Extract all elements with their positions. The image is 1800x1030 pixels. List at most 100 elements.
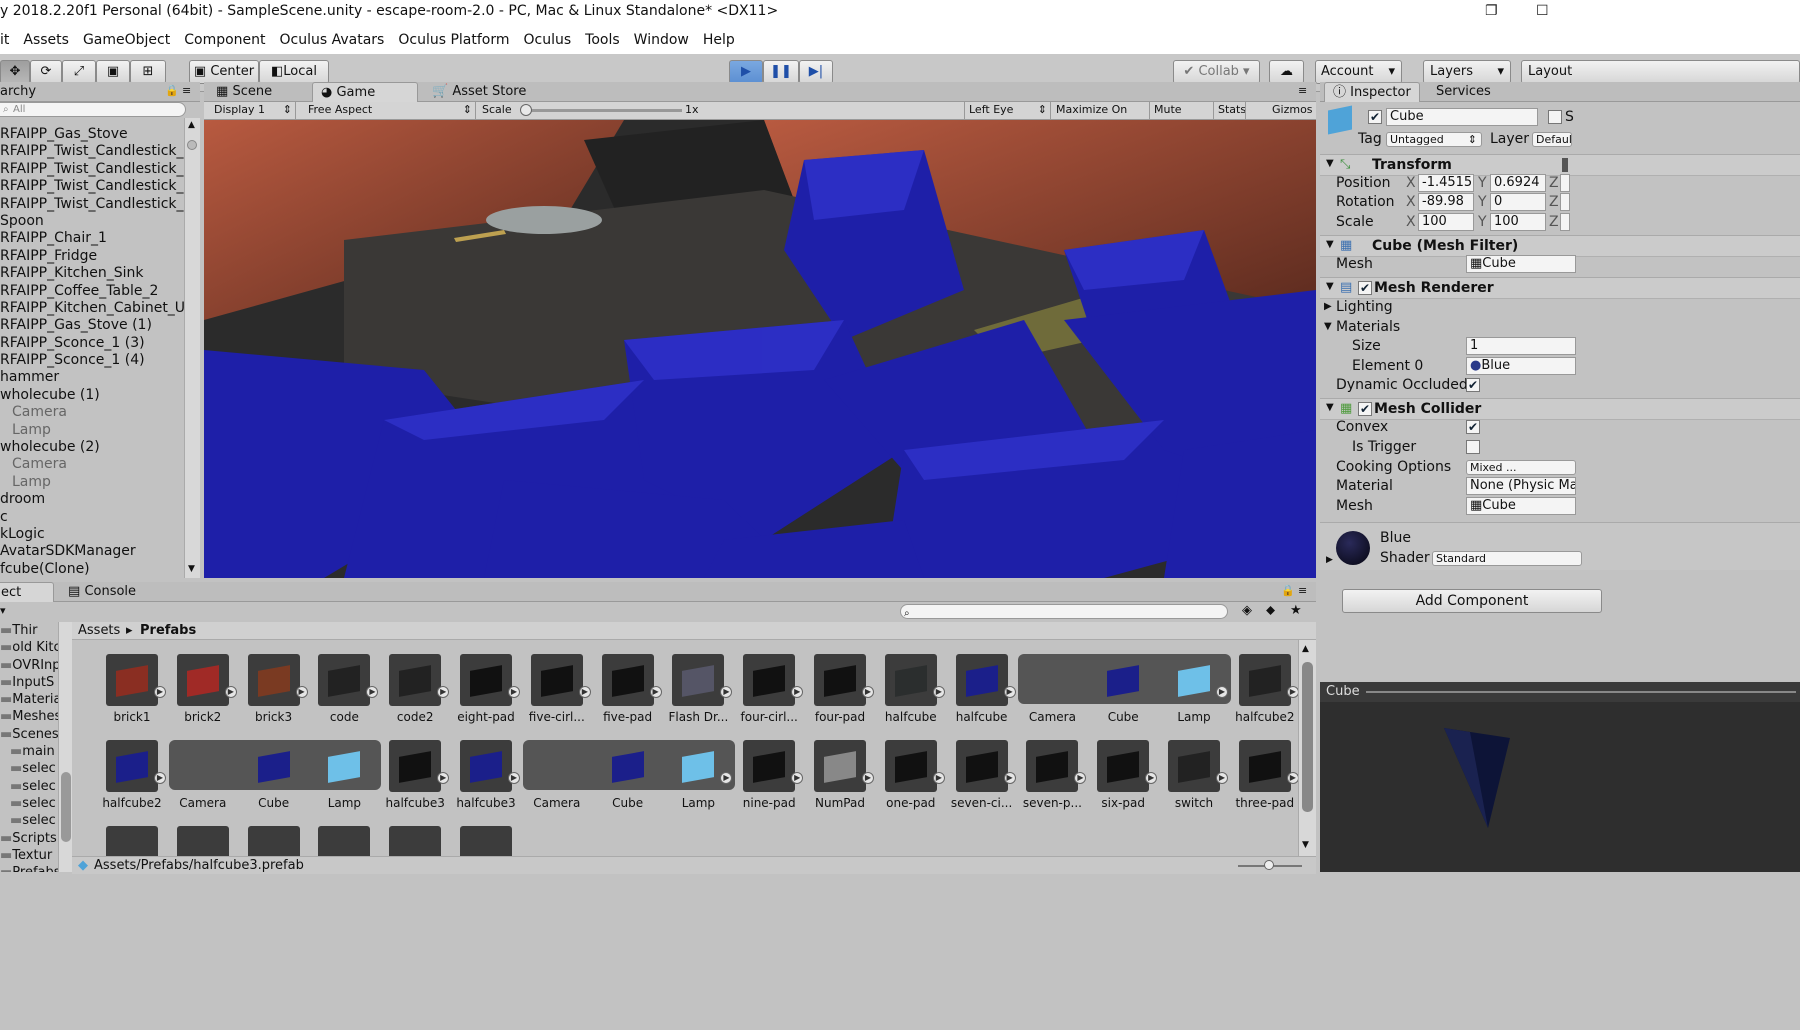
hierarchy-item[interactable]: RFAIPP_Kitchen_Sink [0, 265, 184, 282]
scale-x-field[interactable]: 100 [1418, 213, 1474, 231]
asset-item[interactable]: one-pad [867, 740, 939, 830]
component-settings-icon[interactable] [1562, 158, 1568, 172]
asset-item[interactable]: NumPad [796, 740, 868, 830]
foldout-collapsed-icon[interactable]: ▶ [1324, 298, 1332, 316]
hierarchy-search-input[interactable]: ⌕ All [0, 102, 186, 117]
hierarchy-item[interactable]: RFAIPP_Chair_1 [0, 230, 184, 247]
menu-component[interactable]: Component [177, 26, 272, 54]
materials-foldout[interactable]: Materials [1336, 318, 1400, 336]
filter-by-type-icon[interactable]: ◈ [1242, 603, 1252, 618]
menu-gameobject[interactable]: GameObject [76, 26, 177, 54]
stats-toggle[interactable]: Stats [1213, 102, 1246, 119]
asset-item[interactable]: Lamp [654, 740, 726, 830]
menu-edit[interactable]: it [0, 26, 16, 54]
cooking-options-dropdown[interactable]: Mixed ... [1466, 460, 1576, 475]
object-name-field[interactable]: Cube [1386, 108, 1538, 126]
asset-item[interactable]: Lamp [1150, 654, 1222, 744]
breadcrumb-prefabs[interactable]: Prefabs [140, 622, 196, 640]
display-dropdown[interactable]: Display 1 ⇕ [204, 102, 296, 119]
asset-item[interactable]: Camera [1008, 654, 1080, 744]
hierarchy-item[interactable]: RFAIPP_Twist_Candlestick_2 (8 [0, 178, 184, 195]
asset-item[interactable]: brick2 [159, 654, 231, 744]
hierarchy-item[interactable]: RFAIPP_Sconce_1 (4) [0, 352, 184, 369]
asset-item[interactable]: eight-pad [442, 654, 515, 744]
folder-item[interactable]: ▬selec [0, 812, 58, 829]
position-y-field[interactable]: 0.6924 [1490, 174, 1546, 192]
rotate-tool-icon[interactable]: ⟳ [30, 60, 62, 84]
foldout-expanded-icon[interactable]: ▼ [1324, 318, 1332, 336]
expand-prefab-arrow-icon[interactable]: ▶ [1286, 772, 1298, 784]
position-x-field[interactable]: -1.4515 [1418, 174, 1474, 192]
active-checkbox[interactable]: ✔ [1368, 110, 1382, 124]
asset-item[interactable]: code2 [371, 654, 443, 744]
project-search-input[interactable]: ⌕ [900, 604, 1228, 619]
folder-item[interactable]: ▬Prefabs [0, 864, 58, 872]
hierarchy-item[interactable]: RFAIPP_Coffee_Table_2 [0, 283, 184, 300]
hierarchy-item[interactable]: RFAIPP_Kitchen_Cabinet_Up (1 [0, 300, 184, 317]
asset-item[interactable]: Camera [513, 740, 585, 830]
asset-grid-scrollbar[interactable]: ▲ ▼ [1298, 640, 1316, 856]
asset-item[interactable]: halfcube2 [1221, 654, 1294, 744]
asset-item[interactable]: Cube [584, 740, 656, 830]
favorites-star-icon[interactable]: ★ [1290, 603, 1302, 618]
asset-item[interactable]: halfcube [938, 654, 1010, 744]
filter-by-label-icon[interactable]: ⬥ [1266, 603, 1275, 618]
hierarchy-item[interactable]: fcube(Clone) [0, 561, 184, 578]
lighting-foldout[interactable]: Lighting [1336, 298, 1393, 316]
scale-tool-icon[interactable]: ⤢ [62, 60, 96, 84]
layout-dropdown[interactable]: Layout [1521, 60, 1800, 84]
asset-item[interactable]: halfcube [867, 654, 939, 744]
asset-item[interactable]: halfcube2 [88, 740, 162, 830]
hierarchy-item[interactable]: droom [0, 491, 184, 508]
folder-item[interactable]: ▬OVRInpu [0, 657, 58, 674]
collider-material-field[interactable]: None (Physic Ma [1466, 477, 1576, 495]
menu-help[interactable]: Help [696, 26, 742, 54]
scale-z-field[interactable] [1560, 213, 1570, 231]
materials-size-field[interactable]: 1 [1466, 337, 1576, 355]
asset-item[interactable]: four-pad [796, 654, 868, 744]
folder-item[interactable]: ▬main [0, 743, 58, 760]
foldout-expanded-icon[interactable]: ▼ [1326, 239, 1334, 250]
transform-tool-icon[interactable]: ⊞ [130, 60, 166, 84]
hierarchy-item[interactable]: wholecube (1) [0, 387, 184, 404]
restore-window-icon[interactable]: ❐ [1485, 0, 1498, 22]
hierarchy-item[interactable]: hammer [0, 369, 184, 386]
foldout-expanded-icon[interactable]: ▼ [1326, 402, 1334, 413]
tab-scene[interactable]: ▦ Scene [208, 82, 280, 102]
hierarchy-item[interactable]: Camera [0, 404, 184, 421]
mesh-field[interactable]: ▦Cube [1466, 255, 1576, 273]
asset-item[interactable]: switch [1150, 740, 1222, 830]
pivot-local-button[interactable]: ◧Local [259, 60, 329, 84]
folder-tree-scrollbar[interactable] [58, 622, 72, 872]
shader-dropdown[interactable]: Standard [1432, 551, 1582, 566]
hierarchy-item[interactable]: RFAIPP_Gas_Stove [0, 126, 184, 143]
asset-item[interactable]: five-pad [584, 654, 656, 744]
asset-item[interactable]: four-cirl... [725, 654, 798, 744]
scrollbar-thumb[interactable] [1302, 662, 1313, 812]
eye-dropdown[interactable]: Left Eye ⇕ [964, 102, 1050, 119]
account-dropdown[interactable]: Account ▾ [1315, 60, 1402, 84]
asset-item[interactable]: brick1 [88, 654, 160, 744]
move-tool-icon[interactable]: ✥ [0, 60, 30, 84]
lock-icon[interactable]: 🔒 [1281, 584, 1295, 597]
asset-item[interactable]: three-pad [1221, 740, 1294, 830]
is-trigger-checkbox[interactable] [1466, 440, 1480, 454]
close-window-icon[interactable]: ☐ [1536, 0, 1549, 22]
hierarchy-item[interactable]: Lamp [0, 474, 184, 491]
lock-icon[interactable]: 🔒 [165, 84, 179, 97]
menu-oculus[interactable]: Oculus [517, 26, 579, 54]
cloud-button[interactable]: ☁ [1269, 60, 1304, 84]
asset-item[interactable]: Flash Dr... [654, 654, 728, 744]
folder-item[interactable]: ▬Scripts [0, 830, 58, 847]
position-z-field[interactable] [1560, 174, 1570, 192]
preview-area[interactable] [1320, 702, 1800, 872]
pivot-center-button[interactable]: ▣ Center [189, 60, 259, 84]
transform-header[interactable]: ▼ ⤡ Transform [1320, 154, 1800, 176]
hierarchy-item[interactable]: RFAIPP_Twist_Candlestick_2 (9 [0, 196, 184, 213]
mesh-filter-header[interactable]: ▼ ▦ Cube (Mesh Filter) [1320, 235, 1800, 257]
asset-item[interactable]: seven-p... [1008, 740, 1082, 830]
add-component-button[interactable]: Add Component [1342, 589, 1602, 613]
hierarchy-item[interactable]: kLogic [0, 526, 184, 543]
element-0-field[interactable]: ●Blue [1466, 357, 1576, 375]
asset-item[interactable] [106, 826, 158, 856]
